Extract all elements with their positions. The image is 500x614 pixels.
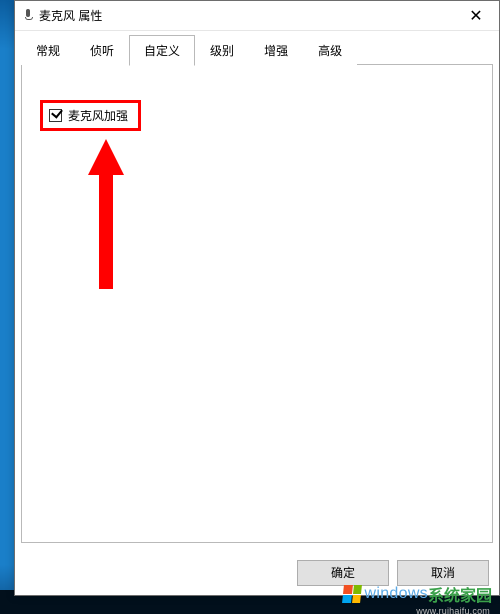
mic-boost-checkbox[interactable] [49,109,62,122]
tab-general[interactable]: 常规 [21,36,75,65]
microphone-properties-dialog: 麦克风 属性 ✕ 常规 侦听 自定义 级别 增强 高级 麦克风加强 确定 取消 [14,0,500,596]
close-button[interactable]: ✕ [453,1,499,31]
tab-label: 常规 [36,44,60,58]
titlebar: 麦克风 属性 ✕ [15,1,499,31]
tab-label: 增强 [264,44,288,58]
window-title: 麦克风 属性 [39,7,453,24]
close-icon: ✕ [469,6,482,26]
ok-button[interactable]: 确定 [297,560,389,586]
tab-label: 侦听 [90,44,114,58]
button-label: 确定 [331,564,355,581]
tab-strip: 常规 侦听 自定义 级别 增强 高级 [15,31,499,65]
tab-enhancements[interactable]: 增强 [249,36,303,65]
tab-label: 级别 [210,44,234,58]
tab-panel-custom: 麦克风加强 [21,65,493,543]
dialog-button-row: 确定 取消 [15,549,499,595]
tab-listen[interactable]: 侦听 [75,36,129,65]
mic-boost-label: 麦克风加强 [68,107,128,124]
annotation-arrow-icon [88,139,124,289]
tab-custom[interactable]: 自定义 [129,35,195,66]
button-label: 取消 [431,564,455,581]
tab-levels[interactable]: 级别 [195,36,249,65]
tab-label: 自定义 [144,44,180,58]
annotation-highlight: 麦克风加强 [40,100,141,131]
cancel-button[interactable]: 取消 [397,560,489,586]
tab-advanced[interactable]: 高级 [303,36,357,65]
watermark-url: www.ruihaifu.com [416,606,490,614]
tab-label: 高级 [318,44,342,58]
microphone-icon [23,9,33,23]
